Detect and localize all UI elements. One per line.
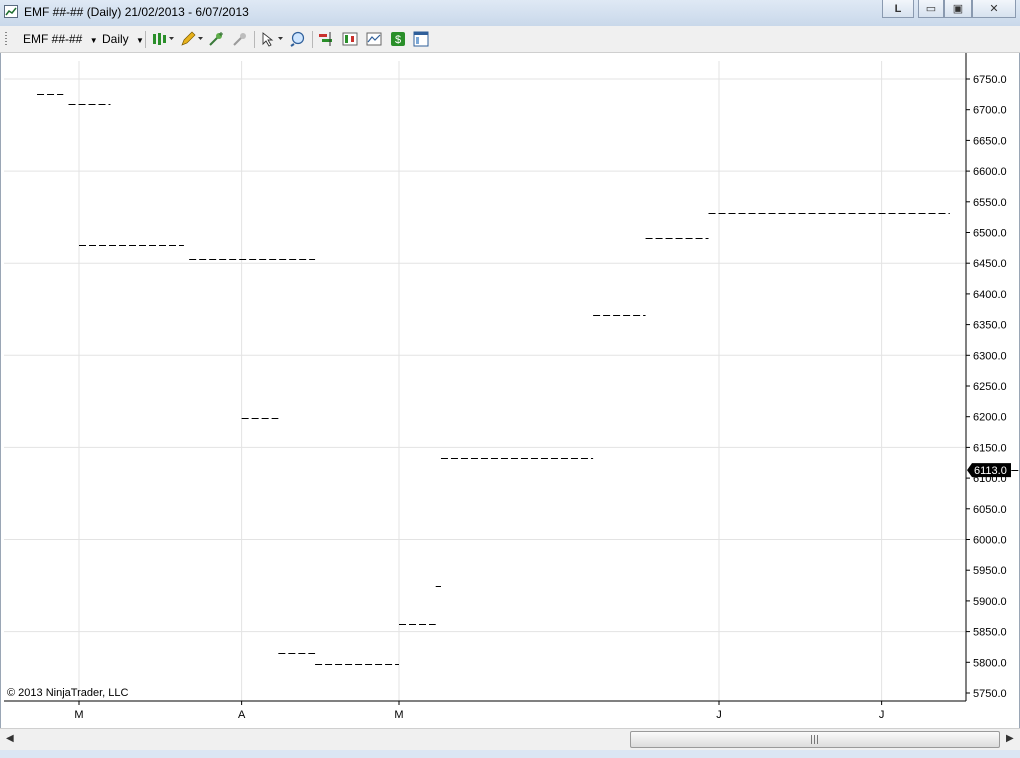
x-tick-label: M — [394, 709, 403, 721]
x-tick-label: A — [238, 709, 246, 721]
toolbar-separator — [312, 31, 313, 48]
y-tick-label: 6650.0 — [973, 135, 1007, 147]
strategy-icon[interactable] — [318, 31, 334, 47]
y-tick-label: 6600.0 — [973, 166, 1007, 178]
interval-dropdown[interactable]: Daily ▼ — [102, 32, 144, 46]
copyright-text: © 2013 NinjaTrader, LLC — [7, 687, 129, 699]
interval-label: Daily — [102, 32, 129, 46]
x-tick-label: J — [879, 709, 885, 721]
window-bottom-border — [0, 750, 1020, 758]
title-bar: EMF ##-## (Daily) 21/02/2013 - 6/07/2013… — [0, 0, 1020, 26]
properties-icon[interactable] — [413, 31, 429, 47]
y-tick-label: 6300.0 — [973, 350, 1007, 362]
y-tick-label: 6700.0 — [973, 105, 1007, 117]
instrument-label: EMF ##-## — [23, 32, 83, 46]
chart-grid — [4, 61, 966, 701]
chart-toolbar: EMF ##-## ▼ Daily ▼ $ — [0, 26, 1020, 53]
y-tick-label: 6400.0 — [973, 289, 1007, 301]
y-tick-label: 6200.0 — [973, 412, 1007, 424]
dollar-icon[interactable]: $ — [390, 31, 406, 47]
toolbar-grip[interactable] — [5, 32, 7, 47]
time-axis[interactable]: MAMJJ — [74, 701, 884, 721]
indicator-add-icon[interactable] — [208, 31, 224, 47]
toolbar-separator — [145, 31, 146, 48]
minimize-button[interactable]: ▭ — [918, 0, 944, 18]
price-series — [37, 94, 1019, 665]
link-button[interactable]: L — [882, 0, 914, 18]
scroll-thumb[interactable] — [630, 731, 1000, 748]
y-tick-label: 6550.0 — [973, 197, 1007, 209]
drawing-pencil-icon[interactable] — [180, 31, 204, 47]
y-tick-label: 5850.0 — [973, 627, 1007, 639]
indicator-remove-icon[interactable] — [232, 31, 248, 47]
maximize-button[interactable]: ▣ — [944, 0, 972, 18]
scroll-grip-icon — [811, 735, 819, 744]
bars-icon[interactable] — [342, 31, 358, 47]
price-axis[interactable]: 6750.0 6700.0 6650.0 6600.0 6550.0 6500.0 6450… — [966, 74, 1007, 700]
y-tick-label: 6050.0 — [973, 504, 1007, 516]
data-series-icon[interactable] — [366, 31, 382, 47]
chevron-down-icon: ▼ — [136, 36, 144, 45]
chart-panel[interactable]: 6750.0 6700.0 6650.0 6600.0 6550.0 6500.0 6450… — [0, 53, 1020, 728]
y-tick-label: 6150.0 — [973, 442, 1007, 454]
last-price-label: 6113.0 — [974, 465, 1007, 477]
y-tick-label: 6250.0 — [973, 381, 1007, 393]
y-tick-label: 5800.0 — [973, 657, 1007, 669]
window-title: EMF ##-## (Daily) 21/02/2013 - 6/07/2013 — [24, 5, 249, 19]
y-tick-label: 6500.0 — [973, 228, 1007, 240]
y-tick-label: 5750.0 — [973, 688, 1007, 700]
x-tick-label: M — [74, 709, 83, 721]
svg-text:$: $ — [395, 34, 401, 46]
y-tick-label: 6000.0 — [973, 535, 1007, 547]
bar-type-icon[interactable] — [151, 31, 175, 47]
x-tick-label: J — [716, 709, 722, 721]
chart-app-icon — [4, 5, 18, 18]
horizontal-scrollbar[interactable]: ◀ ▶ — [0, 728, 1020, 750]
y-tick-label: 6450.0 — [973, 258, 1007, 270]
toolbar-separator — [254, 31, 255, 48]
last-price-marker: 6113.0 — [967, 463, 1011, 478]
scroll-left-arrow-icon[interactable]: ◀ — [6, 733, 14, 744]
y-tick-label: 6350.0 — [973, 320, 1007, 332]
y-tick-label: 6750.0 — [973, 74, 1007, 86]
close-button[interactable]: ✕ — [972, 0, 1016, 18]
scroll-right-arrow-icon[interactable]: ▶ — [1006, 733, 1014, 744]
price-chart[interactable]: 6750.0 6700.0 6650.0 6600.0 6550.0 6500.0 6450… — [1, 53, 1019, 728]
zoom-icon[interactable] — [290, 31, 306, 47]
y-tick-label: 5900.0 — [973, 596, 1007, 608]
chevron-down-icon: ▼ — [89, 36, 98, 45]
instrument-dropdown[interactable]: EMF ##-## ▼ — [23, 32, 98, 46]
y-tick-label: 5950.0 — [973, 565, 1007, 577]
cursor-select-icon[interactable] — [260, 31, 286, 47]
